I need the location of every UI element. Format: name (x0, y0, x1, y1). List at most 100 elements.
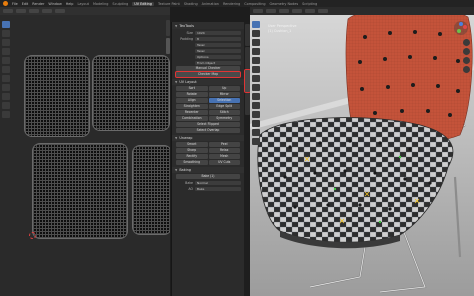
recenter-button[interactable]: Recenter (176, 110, 208, 115)
selection-button[interactable]: Selection (208, 98, 240, 103)
z-axis-icon[interactable] (459, 22, 463, 26)
mode2-dropdown[interactable]: Texel (195, 48, 241, 53)
x-axis-icon[interactable] (463, 25, 467, 29)
cursor-icon[interactable] (252, 30, 260, 37)
tab-shading[interactable]: Shading (184, 2, 198, 6)
tab-animation[interactable]: Animation (202, 2, 219, 6)
pan-icon[interactable] (463, 48, 470, 55)
side-tab-tool[interactable] (166, 38, 170, 54)
manual-checker-button[interactable]: Manual Checker (176, 66, 240, 71)
align-button[interactable]: Align (176, 98, 208, 103)
editor-type-dropdown[interactable] (253, 9, 263, 13)
3d-viewport[interactable]: User Perspective (1) Cushion_1 (250, 7, 474, 296)
uv-editor[interactable] (0, 7, 170, 296)
checker-map-button[interactable]: Checker Map (175, 71, 241, 78)
category-tab-tool[interactable] (244, 47, 250, 69)
baking-section[interactable]: ▼ Baking (172, 167, 244, 173)
extrude-icon[interactable] (252, 102, 260, 109)
panel-header[interactable]: ▼ TexTools (172, 22, 244, 29)
select-menu[interactable] (29, 9, 39, 13)
inset-icon[interactable] (252, 111, 260, 118)
smart-button[interactable]: Smart (176, 142, 208, 147)
select-flipped-button[interactable]: Select Flipped (176, 122, 240, 127)
grab-icon[interactable] (2, 84, 10, 91)
padding-field[interactable]: 8 (195, 36, 241, 41)
view-menu[interactable] (279, 9, 289, 13)
measure-icon[interactable] (252, 84, 260, 91)
perspective-toggle-icon[interactable] (463, 66, 470, 73)
edit-mode-dropdown[interactable] (266, 9, 276, 13)
tab-scripting[interactable]: Scripting (302, 2, 317, 6)
menu-render[interactable]: Render (32, 2, 44, 6)
pinch-icon[interactable] (2, 102, 10, 109)
rotate-button[interactable]: Rotate (176, 92, 208, 97)
move-icon[interactable] (252, 39, 260, 46)
editor-type-dropdown[interactable] (3, 9, 13, 13)
peel-button[interactable]: Peel (208, 142, 240, 147)
mesh-menu[interactable] (318, 9, 328, 13)
up-button[interactable]: Up (208, 86, 240, 91)
uv-island-bottom-right[interactable] (132, 145, 170, 235)
uv-island-bottom-left[interactable] (32, 143, 128, 239)
collapse-arrow-icon[interactable]: ▼ (175, 168, 177, 172)
tab-modeling[interactable]: Modeling (93, 2, 108, 6)
move-icon[interactable] (2, 39, 10, 46)
symmetry-button[interactable]: Symmetry (208, 116, 240, 121)
image-menu[interactable] (42, 9, 52, 13)
collapse-arrow-icon[interactable]: ▼ (175, 24, 177, 28)
rectify-button[interactable]: Rectify (176, 154, 208, 159)
stitch-button[interactable]: Stitch (208, 110, 240, 115)
sharp-button[interactable]: Sharp (176, 148, 208, 153)
view-menu[interactable] (16, 9, 26, 13)
category-tab-view[interactable] (244, 93, 250, 115)
ao-bake-field[interactable]: Bake (195, 186, 241, 191)
bake-button[interactable]: Bake (1) (176, 174, 240, 179)
category-tab-textools[interactable] (243, 69, 251, 93)
scale-icon[interactable] (2, 57, 10, 64)
bake-source-dropdown[interactable]: From Object (195, 60, 241, 65)
transform-icon[interactable] (2, 66, 10, 73)
tab-compositing[interactable]: Compositing (244, 2, 265, 6)
relax-button[interactable]: Relax (208, 148, 240, 153)
sample-icon[interactable] (2, 111, 10, 118)
tab-sculpting[interactable]: Sculpting (112, 2, 128, 6)
combination-button[interactable]: Combination (176, 116, 208, 121)
bake-mode-field[interactable]: Normal (195, 180, 241, 185)
y-axis-icon[interactable] (457, 29, 461, 33)
camera-icon[interactable] (463, 57, 470, 64)
mirror-button[interactable]: Mirror (208, 92, 240, 97)
tab-geometry-nodes[interactable]: Geometry Nodes (270, 2, 299, 6)
relax-icon[interactable] (2, 93, 10, 100)
uv-layout-section[interactable]: ▼ UV Layout (172, 79, 244, 85)
tab-texture-paint[interactable]: Texture Paint (158, 2, 180, 6)
select-menu[interactable] (292, 9, 302, 13)
select-box-icon[interactable] (2, 21, 10, 28)
menu-help[interactable]: Help (66, 2, 74, 6)
unwrap-section[interactable]: ▼ Unwrap (172, 135, 244, 141)
blender-logo-icon[interactable] (3, 1, 8, 6)
tab-uv-editing[interactable]: UV Editing (132, 1, 154, 6)
scale-icon[interactable] (252, 57, 260, 64)
straighten-button[interactable]: Straighten (176, 104, 208, 109)
tab-rendering[interactable]: Rendering (223, 2, 240, 6)
sort-button[interactable]: Sort (176, 86, 208, 91)
category-tab-item[interactable] (244, 24, 250, 46)
tab-layout[interactable]: Layout (77, 2, 89, 6)
annotate-icon[interactable] (2, 75, 10, 82)
rotate-icon[interactable] (2, 48, 10, 55)
add-menu[interactable] (305, 9, 315, 13)
uv-cuts-button[interactable]: UV Cuts (208, 160, 240, 165)
2d-cursor-icon[interactable] (29, 232, 36, 239)
uv-island-top-right[interactable] (92, 55, 170, 131)
uv-menu[interactable] (55, 9, 65, 13)
select-overlap-button[interactable]: Select Overlap (176, 128, 240, 133)
collapse-arrow-icon[interactable]: ▼ (175, 80, 177, 84)
add-cube-icon[interactable] (252, 93, 260, 100)
options-dropdown[interactable]: Options (195, 54, 241, 59)
edge-split-button[interactable]: Edge Split (208, 104, 240, 109)
knife-icon[interactable] (252, 138, 260, 145)
zoom-icon[interactable] (463, 39, 470, 46)
mode-dropdown[interactable]: Texel (195, 42, 241, 47)
annotate-icon[interactable] (252, 75, 260, 82)
uv-canvas[interactable] (22, 55, 170, 245)
